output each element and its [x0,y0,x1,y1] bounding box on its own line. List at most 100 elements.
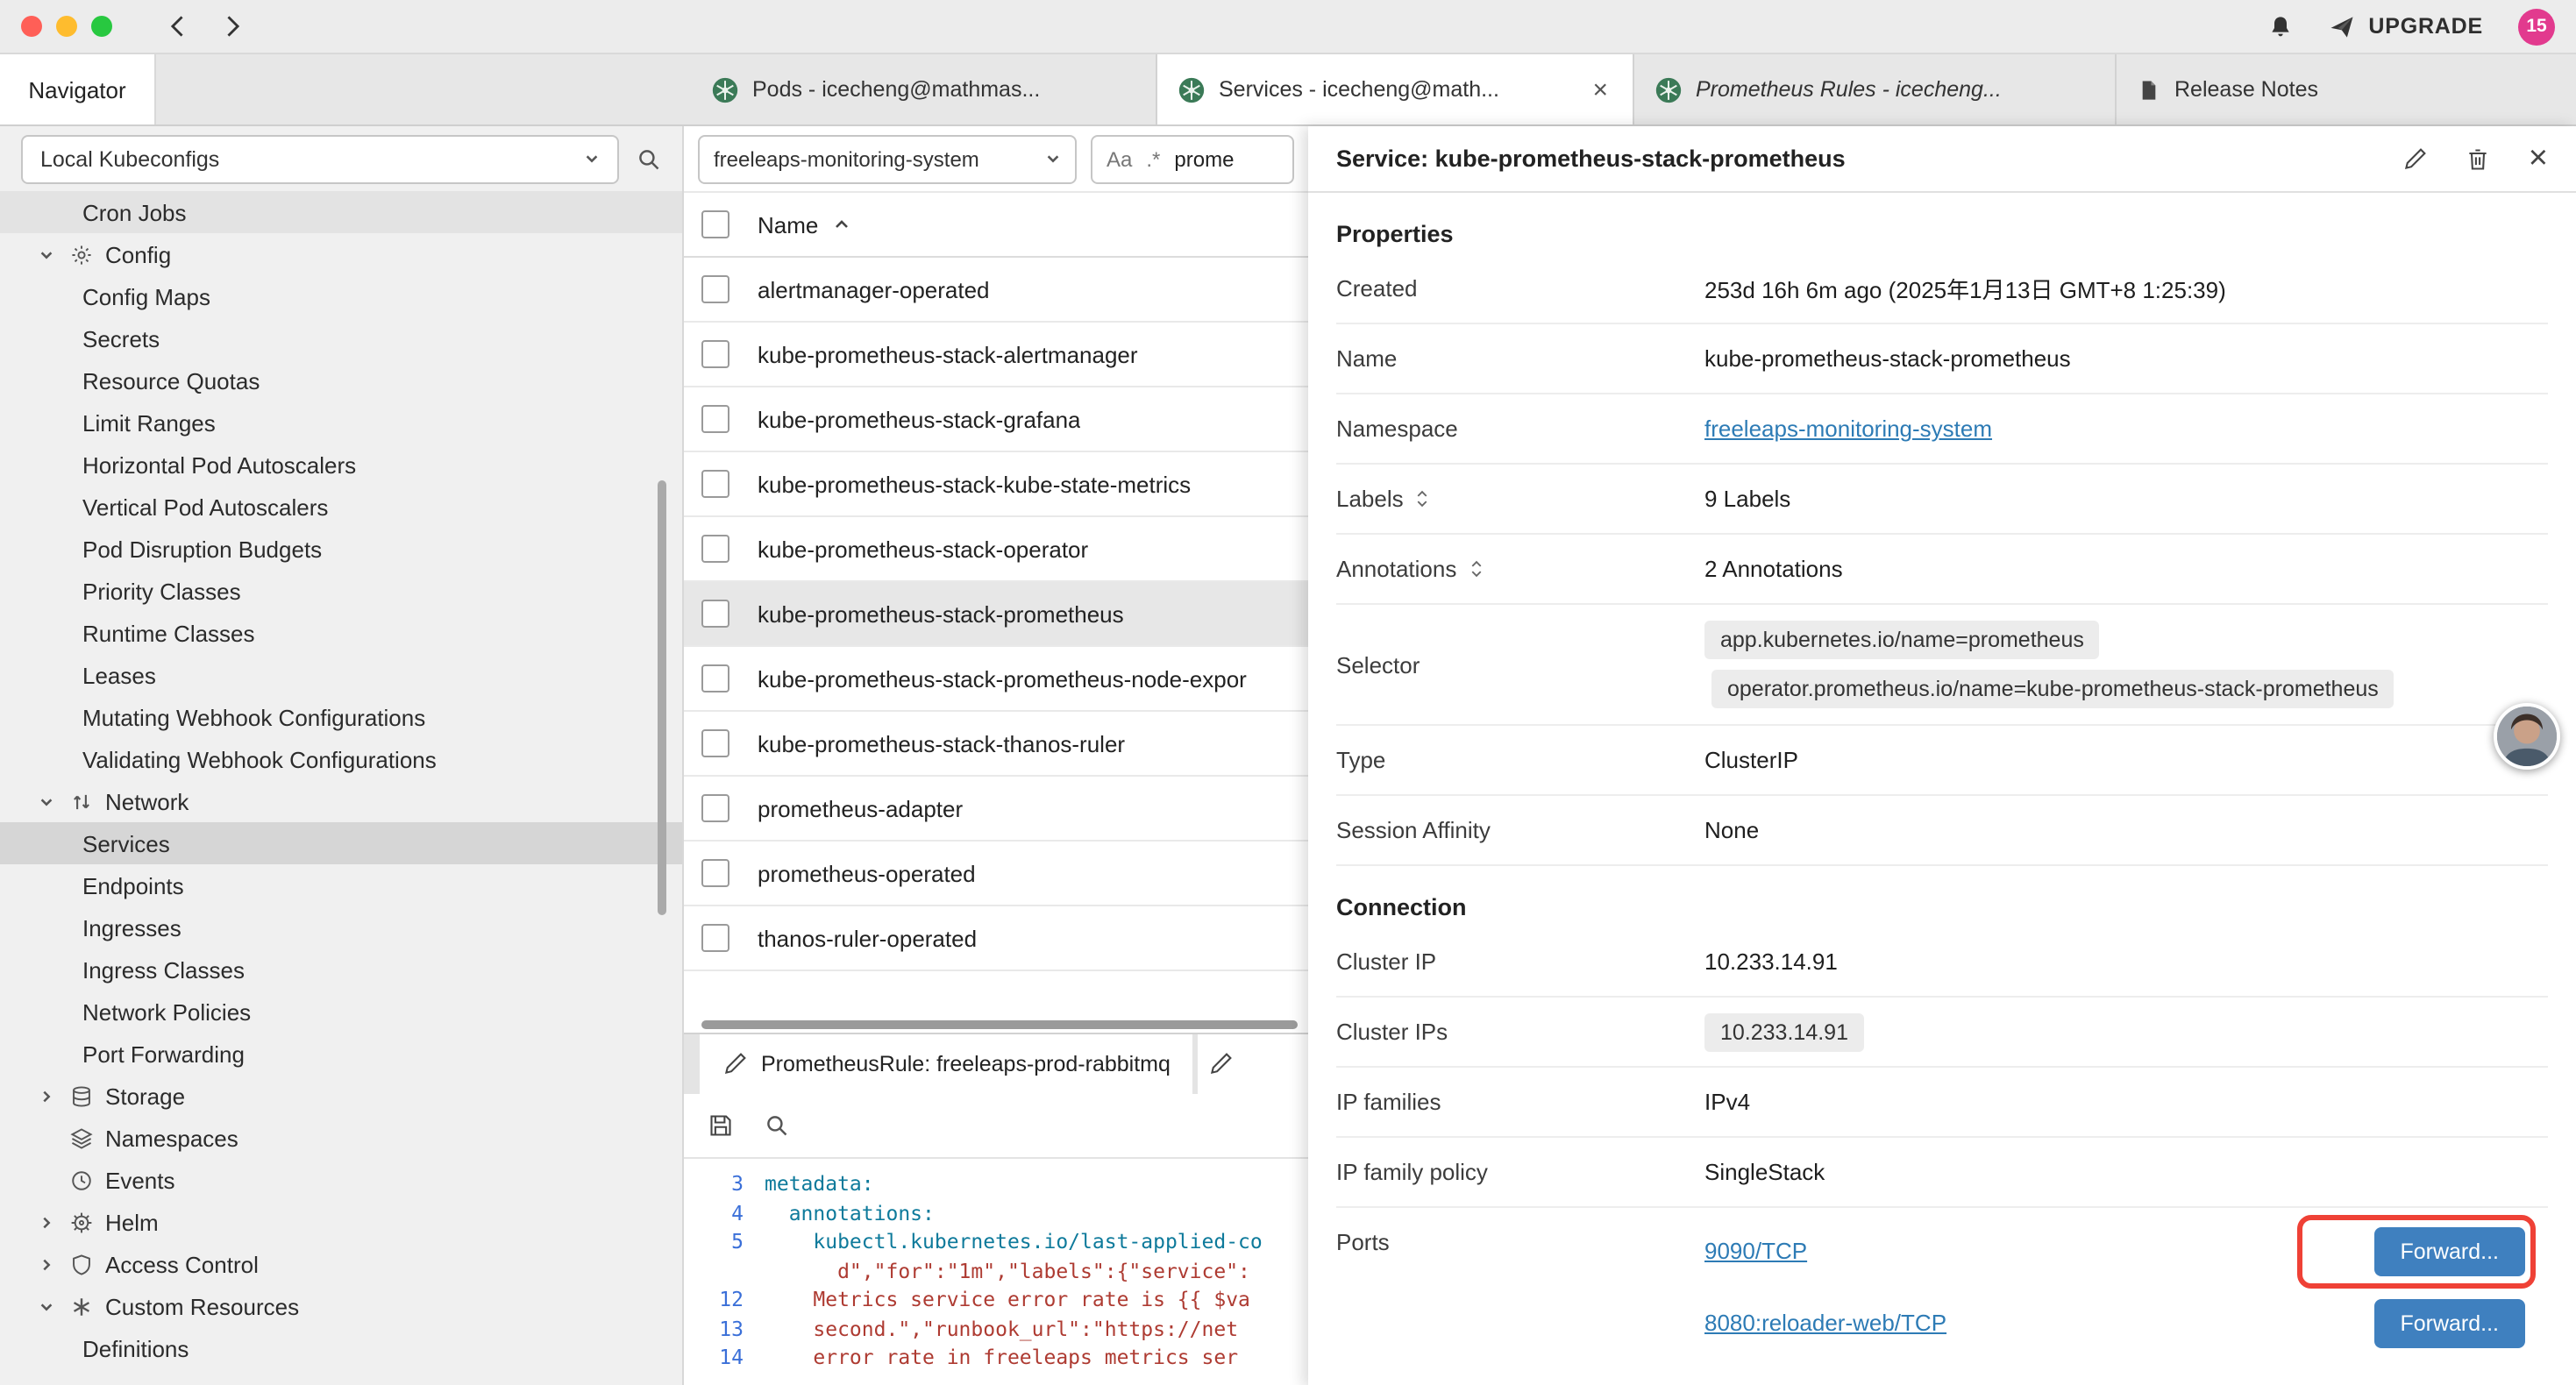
forward-button[interactable] [217,12,246,40]
app-tab-prometheus-rules-icecheng[interactable]: Prometheus Rules - icecheng... [1634,54,2117,124]
namespace-filter-select[interactable]: freeleaps-monitoring-system [698,134,1077,183]
sidebar-item-secrets[interactable]: Secrets [0,317,682,359]
service-row-alertmanager-operated[interactable]: alertmanager-operated [684,258,1308,323]
service-row-kube-prometheus-stack-prometheus[interactable]: kube-prometheus-stack-prometheus [684,582,1308,647]
chevron-right-icon[interactable] [39,1256,58,1272]
port-link[interactable]: 8080:reloader-web/TCP [1704,1310,1946,1336]
sidebar-item-leases[interactable]: Leases [0,654,682,696]
row-checkbox[interactable] [701,859,729,887]
service-row-prometheus-adapter[interactable]: prometheus-adapter [684,777,1308,842]
name-column-header[interactable]: Name [758,211,818,238]
sidebar-item-limit-ranges[interactable]: Limit Ranges [0,401,682,444]
horizontal-scrollbar[interactable] [684,1017,1308,1033]
port-forward-button[interactable]: Forward... [2373,1226,2525,1275]
sidebar-item-config[interactable]: Config [0,233,682,275]
sidebar-item-label: Namespaces [105,1125,238,1151]
sidebar-item-mutating-webhook-configurations[interactable]: Mutating Webhook Configurations [0,696,682,738]
sidebar-item-port-forwarding[interactable]: Port Forwarding [0,1033,682,1075]
sidebar-item-custom-resources[interactable]: Custom Resources [0,1285,682,1327]
chevron-down-icon[interactable] [39,246,58,262]
sidebar-item-resource-quotas[interactable]: Resource Quotas [0,359,682,401]
sidebar-item-helm[interactable]: Helm [0,1201,682,1243]
service-row-prometheus-operated[interactable]: prometheus-operated [684,842,1308,906]
namespace-link[interactable]: freeleaps-monitoring-system [1704,416,1992,442]
chevron-down-icon[interactable] [39,793,58,809]
user-avatar[interactable] [2494,703,2560,770]
sidebar-item-access-control[interactable]: Access Control [0,1243,682,1285]
edit-service-icon[interactable] [2402,146,2427,171]
sidebar-item-definitions[interactable]: Definitions [0,1327,682,1369]
close-tab-icon[interactable]: × [1589,75,1612,104]
sidebar-item-config-maps[interactable]: Config Maps [0,275,682,317]
chevron-down-icon[interactable] [39,1298,58,1314]
helm-icon [70,1211,93,1233]
sidebar-item-cron-jobs[interactable]: Cron Jobs [0,191,682,233]
yaml-editor[interactable]: 3 metadata: 4 annotations: 5 kubectl.kub… [684,1159,1308,1385]
upgrade-button[interactable]: UPGRADE [2328,13,2483,39]
row-checkbox[interactable] [701,664,729,692]
sidebar-item-network-policies[interactable]: Network Policies [0,991,682,1033]
row-checkbox[interactable] [701,405,729,433]
sort-toggle-icon[interactable] [1416,489,1430,508]
port-link[interactable]: 9090/TCP [1704,1238,1807,1264]
service-row-thanos-ruler-operated[interactable]: thanos-ruler-operated [684,906,1308,971]
sidebar-item-network[interactable]: Network [0,780,682,822]
chevron-right-icon[interactable] [39,1088,58,1104]
service-search-input[interactable]: Aa .* prome [1091,134,1294,183]
row-checkbox[interactable] [701,535,729,563]
app-tab-pods-icecheng-mathmas[interactable]: Pods - icecheng@mathmas... [691,54,1157,124]
row-checkbox[interactable] [701,470,729,498]
service-row-kube-prometheus-stack-operator[interactable]: kube-prometheus-stack-operator [684,517,1308,582]
row-checkbox[interactable] [701,275,729,303]
sidebar-item-endpoints[interactable]: Endpoints [0,864,682,906]
close-window-button[interactable] [21,16,42,37]
navigator-tab[interactable]: Navigator [0,54,156,124]
sort-toggle-icon[interactable] [1469,559,1483,579]
row-checkbox[interactable] [701,924,729,952]
delete-service-icon[interactable] [2466,146,2490,171]
back-button[interactable] [165,12,193,40]
sidebar-item-services[interactable]: Services [0,822,682,864]
chevron-right-icon[interactable] [39,1214,58,1230]
horizontal-scrollbar-thumb[interactable] [701,1020,1298,1029]
service-row-kube-prometheus-stack-thanos-ruler[interactable]: kube-prometheus-stack-thanos-ruler [684,712,1308,777]
editor-tab-partial[interactable] [1199,1034,1308,1094]
minimize-window-button[interactable] [56,16,77,37]
notifications-bell-icon[interactable] [2266,13,2293,39]
kubeconfig-selector[interactable]: Local Kubeconfigs [21,134,619,183]
notification-count-badge[interactable]: 15 [2518,8,2555,45]
regex-toggle[interactable]: .* [1146,146,1160,171]
save-icon[interactable] [708,1113,733,1138]
row-checkbox[interactable] [701,340,729,368]
close-drawer-icon[interactable]: × [2529,142,2548,175]
sidebar-item-namespaces[interactable]: Namespaces [0,1117,682,1159]
row-checkbox[interactable] [701,794,729,822]
sidebar-item-events[interactable]: Events [0,1159,682,1201]
sidebar-item-vertical-pod-autoscalers[interactable]: Vertical Pod Autoscalers [0,486,682,528]
service-row-kube-prometheus-stack-prometheus-node-expor[interactable]: kube-prometheus-stack-prometheus-node-ex… [684,647,1308,712]
sidebar-item-ingresses[interactable]: Ingresses [0,906,682,948]
service-row-kube-prometheus-stack-alertmanager[interactable]: kube-prometheus-stack-alertmanager [684,323,1308,387]
service-row-kube-prometheus-stack-grafana[interactable]: kube-prometheus-stack-grafana [684,387,1308,452]
sidebar-item-storage[interactable]: Storage [0,1075,682,1117]
sidebar-scrollbar-thumb[interactable] [658,480,666,915]
sidebar-item-validating-webhook-configurations[interactable]: Validating Webhook Configurations [0,738,682,780]
row-checkbox[interactable] [701,729,729,757]
sidebar-item-ingress-classes[interactable]: Ingress Classes [0,948,682,991]
sidebar-item-horizontal-pod-autoscalers[interactable]: Horizontal Pod Autoscalers [0,444,682,486]
sidebar-item-pod-disruption-budgets[interactable]: Pod Disruption Budgets [0,528,682,570]
maximize-window-button[interactable] [91,16,112,37]
sidebar-item-priority-classes[interactable]: Priority Classes [0,570,682,612]
app-tab-services-icecheng-math[interactable]: Services - icecheng@math... × [1157,54,1634,124]
sidebar-search-icon[interactable] [637,146,661,171]
editor-search-icon[interactable] [765,1113,789,1138]
app-tab-release-notes[interactable]: Release Notes [2117,54,2576,124]
port-forward-button[interactable]: Forward... [2373,1298,2525,1347]
match-case-toggle[interactable]: Aa [1107,146,1132,171]
sort-ascending-icon[interactable] [832,216,850,233]
editor-tab-prometheusrule[interactable]: PrometheusRule: freeleaps-prod-rabbitmq [700,1034,1193,1094]
select-all-checkbox[interactable] [701,210,729,238]
row-checkbox[interactable] [701,600,729,628]
service-row-kube-prometheus-stack-kube-state-metrics[interactable]: kube-prometheus-stack-kube-state-metrics [684,452,1308,517]
sidebar-item-runtime-classes[interactable]: Runtime Classes [0,612,682,654]
